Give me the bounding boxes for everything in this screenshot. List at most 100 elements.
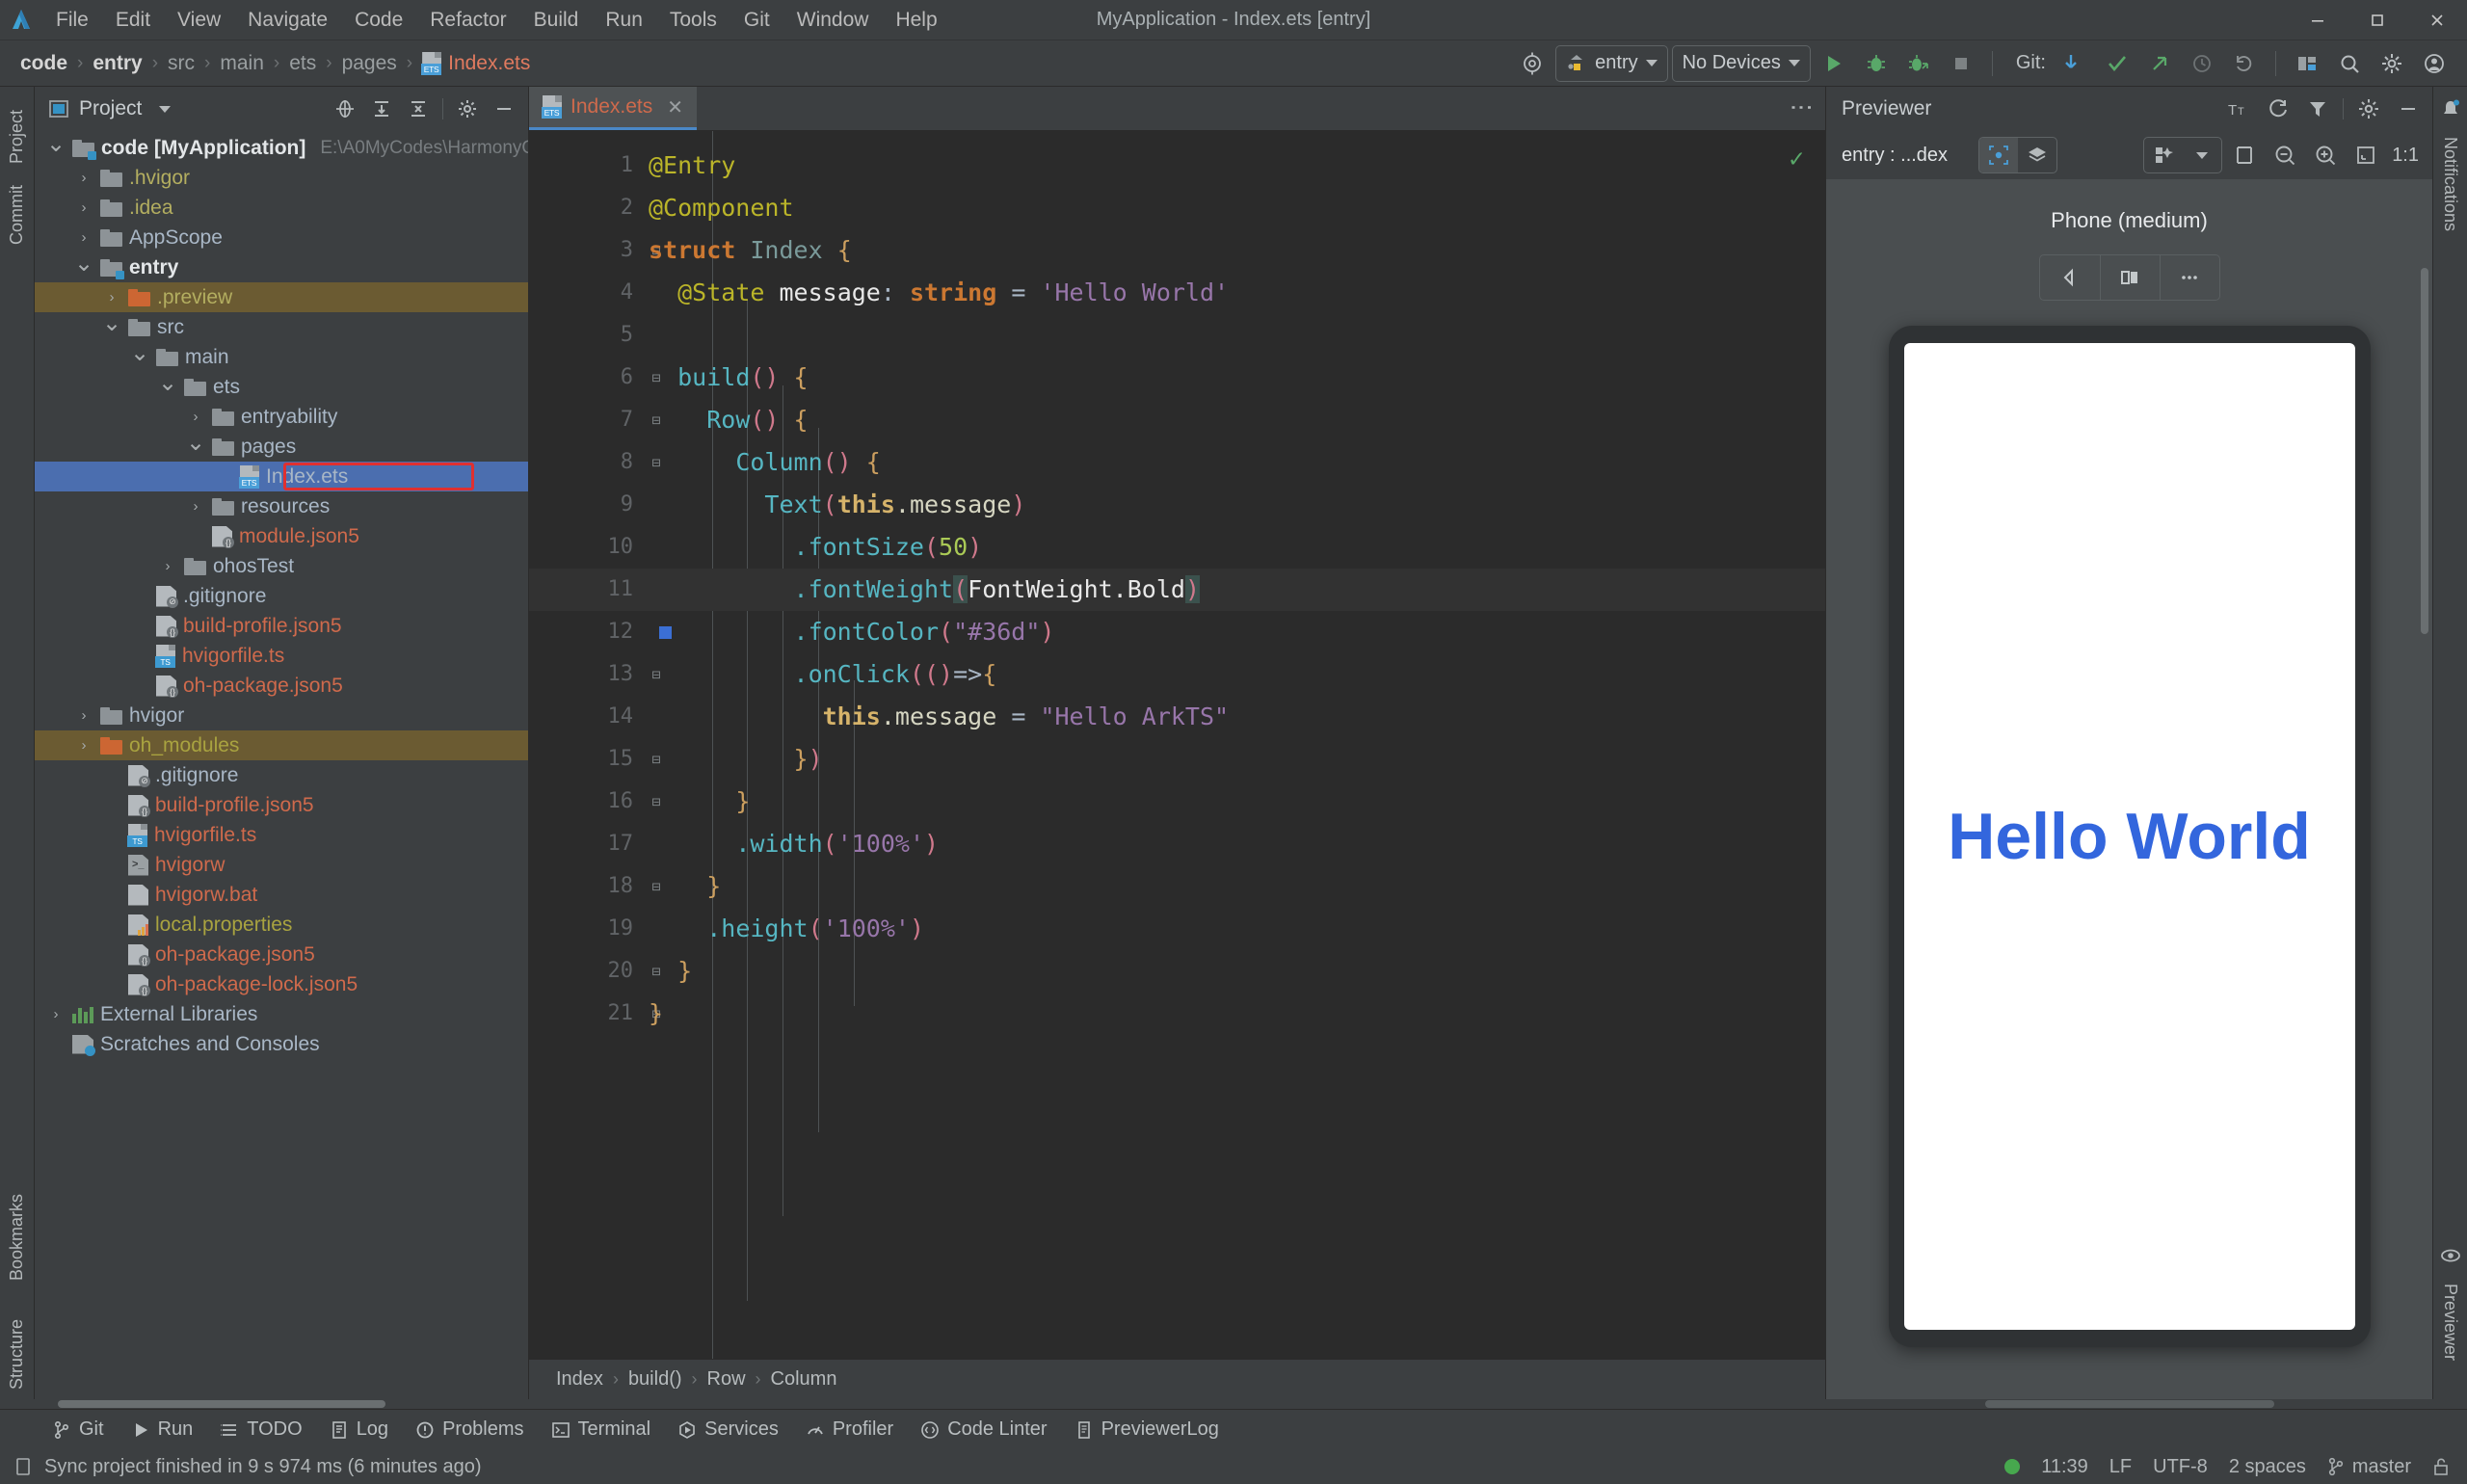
menu-file[interactable]: File (42, 5, 102, 36)
chevron-right-icon[interactable]: › (158, 558, 177, 574)
breadcrumb-pages[interactable]: pages (337, 50, 402, 77)
code-line[interactable]: } (643, 993, 1825, 1035)
menu-help[interactable]: Help (882, 5, 950, 36)
locate-icon[interactable] (329, 93, 361, 124)
code-content[interactable]: ✓ @Entry@Componentstruct Index { @State … (643, 131, 1825, 1359)
code-line[interactable]: .fontColor("#36d") (643, 611, 1825, 653)
bottom-tool-bar[interactable]: GitRunTODOLogProblemsTerminalServicesPro… (0, 1409, 2467, 1449)
menu-bar[interactable]: File Edit View Navigate Code Refactor Bu… (42, 5, 951, 36)
chevron-right-icon[interactable]: › (46, 1006, 66, 1022)
tree-node[interactable]: ⌄ entry (35, 252, 528, 282)
code-line[interactable] (643, 314, 1825, 357)
status-encoding[interactable]: UTF-8 (2153, 1456, 2208, 1478)
status-line-separator[interactable]: LF (2109, 1456, 2132, 1478)
bottom-tool-profiler[interactable]: Profiler (792, 1415, 907, 1444)
status-indent[interactable]: 2 spaces (2229, 1456, 2306, 1478)
line-number[interactable]: 18⊟ (529, 865, 643, 908)
project-hscroll-thumb[interactable] (58, 1400, 385, 1408)
bottom-tool-todo[interactable]: TODO (206, 1415, 315, 1444)
run-configuration-selector[interactable]: entry (1555, 45, 1667, 82)
breadcrumb-main[interactable]: main (215, 50, 269, 77)
line-number[interactable]: 19 (529, 908, 643, 950)
line-number[interactable]: 14 (529, 696, 643, 738)
tree-node[interactable]: › AppScope (35, 223, 528, 252)
notifications-bell-icon[interactable] (2440, 98, 2461, 119)
rotate-icon[interactable] (2040, 255, 2100, 300)
bottom-tool-services[interactable]: Services (664, 1415, 792, 1444)
multi-device-selector[interactable] (2143, 137, 2222, 173)
tree-node[interactable]: › .preview (35, 282, 528, 312)
menu-view[interactable]: View (164, 5, 234, 36)
fold-icon[interactable] (2100, 255, 2160, 300)
tree-node[interactable]: › entryability (35, 402, 528, 432)
chevron-down-icon[interactable]: ⌄ (158, 384, 177, 391)
line-number[interactable]: 21⊟ (529, 993, 643, 1035)
tree-node[interactable]: ⌄ src (35, 312, 528, 342)
tree-node[interactable]: hvigorw.bat (35, 880, 528, 910)
line-number[interactable]: 10 (529, 526, 643, 569)
breadcrumb-ets[interactable]: ets (284, 50, 321, 77)
chevron-down-icon[interactable]: ⌄ (74, 264, 93, 272)
collapse-all-icon[interactable] (402, 93, 435, 124)
code-line[interactable]: } (643, 781, 1825, 823)
zoom-ratio-label[interactable]: 1:1 (2388, 145, 2423, 167)
code-line[interactable]: Column() { (643, 441, 1825, 484)
git-commit-icon[interactable] (2098, 45, 2136, 82)
code-line[interactable]: Row() { (643, 399, 1825, 441)
previewer-scrollbar[interactable] (2421, 268, 2428, 634)
tree-node[interactable]: ⌄ code [MyApplication]E:\A0MyCodes\Harmo… (35, 133, 528, 163)
menu-git[interactable]: Git (730, 5, 783, 36)
line-number[interactable]: 3⊟ (529, 229, 643, 272)
code-line[interactable]: build() { (643, 357, 1825, 399)
tree-node[interactable]: TShvigorfile.ts (35, 641, 528, 671)
project-tree[interactable]: ⌄ code [MyApplication]E:\A0MyCodes\Harmo… (35, 131, 528, 1399)
code-line[interactable]: .width('100%') (643, 823, 1825, 865)
line-number[interactable]: 4 (529, 272, 643, 314)
code-line[interactable]: Text(this.message) (643, 484, 1825, 526)
git-push-icon[interactable] (2140, 45, 2179, 82)
menu-build[interactable]: Build (520, 5, 593, 36)
chevron-right-icon[interactable]: › (186, 409, 205, 425)
preview-device-actions[interactable] (2039, 254, 2220, 301)
line-number[interactable]: 13⊟ (529, 653, 643, 696)
code-line[interactable]: @Component (643, 187, 1825, 229)
tree-node[interactable]: ›External Libraries (35, 999, 528, 1029)
bottom-tool-run[interactable]: Run (118, 1415, 207, 1444)
tree-node[interactable]: ETSIndex.ets (35, 462, 528, 491)
account-icon[interactable] (2415, 45, 2454, 82)
tree-node[interactable]: ⌄ main (35, 342, 528, 372)
device-manager-icon[interactable] (2288, 45, 2326, 82)
device-selector[interactable]: No Devices (1672, 45, 1811, 82)
tree-node[interactable]: {}oh-package.json5 (35, 671, 528, 701)
tree-node[interactable]: {}module.json5 (35, 521, 528, 551)
chevron-down-icon[interactable]: ⌄ (102, 324, 121, 331)
hide-panel-icon[interactable] (488, 93, 520, 124)
settings-sync-icon[interactable] (1513, 45, 1552, 82)
preview-hello-text[interactable]: Hello World (1948, 799, 2311, 874)
bottom-tool-problems[interactable]: Problems (402, 1415, 537, 1444)
code-line[interactable]: } (643, 865, 1825, 908)
chevron-down-icon[interactable]: ⌄ (46, 145, 66, 152)
more-icon[interactable] (2160, 255, 2219, 300)
line-number[interactable]: 1 (529, 145, 643, 187)
previewer-eye-icon[interactable] (2440, 1245, 2461, 1266)
window-controls[interactable] (2288, 0, 2467, 40)
code-crumb-index[interactable]: Index (550, 1368, 609, 1391)
code-editor[interactable]: 123⊟456⊟7⊟8⊟910111213⊟1415⊟16⊟1718⊟1920⊟… (529, 131, 1825, 1359)
tree-node[interactable]: {}build-profile.json5 (35, 790, 528, 820)
line-number[interactable]: 7⊟ (529, 399, 643, 441)
menu-tools[interactable]: Tools (656, 5, 730, 36)
tree-node[interactable]: › ohosTest (35, 551, 528, 581)
filter-icon[interactable] (2299, 92, 2336, 126)
code-crumb-column[interactable]: Column (765, 1368, 843, 1391)
debug-icon[interactable] (1857, 45, 1896, 82)
chevron-right-icon[interactable]: › (74, 170, 93, 186)
breadcrumb-file[interactable]: ETS Index.ets (417, 50, 535, 77)
menu-code[interactable]: Code (341, 5, 416, 36)
code-line[interactable]: } (643, 950, 1825, 993)
profile-run-icon[interactable] (1899, 45, 1938, 82)
bottom-tool-terminal[interactable]: Terminal (538, 1415, 665, 1444)
code-breadcrumb[interactable]: Index › build() › Row › Column (529, 1359, 1825, 1399)
tree-node[interactable]: › .idea (35, 193, 528, 223)
search-everywhere-icon[interactable] (2330, 45, 2369, 82)
